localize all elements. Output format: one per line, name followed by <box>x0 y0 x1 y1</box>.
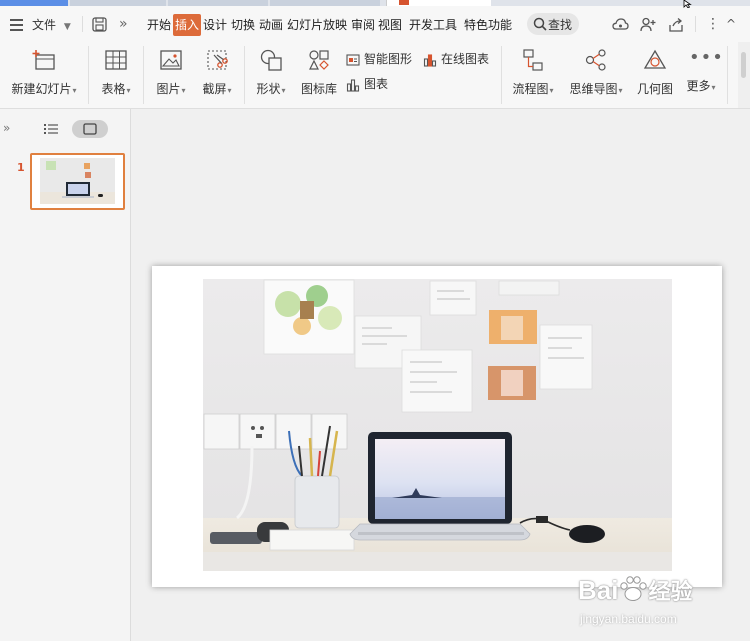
tab-insert[interactable]: 插入 <box>173 14 202 36</box>
new-slide-icon <box>32 50 55 70</box>
caret-down-icon: ▾ <box>549 86 554 95</box>
icon-library-icon <box>309 50 329 70</box>
table-button[interactable]: 表格▾ <box>96 48 136 97</box>
icon-library-button[interactable]: 图标库 <box>298 48 340 97</box>
caret-down-icon: ▾ <box>181 86 186 95</box>
slide-view-toggle[interactable] <box>72 120 108 138</box>
ribbon-divider <box>244 46 245 104</box>
search-icon <box>533 17 547 31</box>
divider <box>695 16 696 32</box>
online-chart-label: 在线图表 <box>441 52 490 66</box>
slides-panel: » 1 <box>0 109 131 641</box>
tab-special-features[interactable]: 特色功能 <box>464 14 512 36</box>
file-menu[interactable]: 文件 ▼ <box>32 15 71 35</box>
ribbon-divider <box>727 46 728 104</box>
add-user-icon[interactable] <box>640 17 656 32</box>
caret-down-icon: ▾ <box>227 86 232 95</box>
tab-view[interactable]: 视图 <box>378 14 402 36</box>
online-chart-button[interactable]: 在线图表 <box>423 50 489 68</box>
chart-label: 图表 <box>364 77 389 91</box>
more-tabs-icon[interactable]: » <box>119 14 128 34</box>
smart-art-icon <box>346 53 360 66</box>
caret-down-icon: ▾ <box>126 86 131 95</box>
mind-map-button[interactable]: 思维导图▾ <box>566 48 626 97</box>
new-slide-label: 新建幻灯片 <box>11 82 72 96</box>
slide-thumbnail-image <box>32 155 123 208</box>
slide-view-icon <box>83 123 97 135</box>
divider <box>82 16 83 32</box>
collapse-ribbon-icon[interactable]: ^ <box>726 14 736 34</box>
caret-down-icon: ▾ <box>72 86 77 95</box>
watermark: Bai 经验 jingyan.baidu.com <box>578 566 750 641</box>
cloud-icon[interactable] <box>612 17 629 32</box>
shape-icon <box>260 49 282 71</box>
tab-review[interactable]: 审阅 <box>351 14 375 36</box>
slide-thumbnail[interactable] <box>30 153 125 210</box>
share-icon[interactable] <box>668 17 684 32</box>
tab-design[interactable]: 设计 <box>203 14 227 36</box>
menu-bar: 文件 ▼ » 开始 插入 设计 切换 动画 幻灯片放映 审阅 视图 开发工具 特… <box>0 6 750 42</box>
tab-home[interactable]: 开始 <box>147 14 171 36</box>
smart-art-button[interactable]: 智能图形 <box>346 50 412 68</box>
desk-photo[interactable] <box>152 266 722 587</box>
screenshot-label: 截屏 <box>202 82 227 96</box>
tab-transition[interactable]: 切换 <box>231 14 255 36</box>
table-label: 表格 <box>101 82 126 96</box>
watermark-brand-cn: 经验 <box>648 579 693 604</box>
expand-panel-icon[interactable]: » <box>3 121 10 135</box>
outline-view-icon[interactable] <box>44 123 58 135</box>
slide-number: 1 <box>17 161 25 174</box>
ribbon-scrollbar[interactable] <box>738 42 750 108</box>
shape-button[interactable]: 形状▾ <box>251 48 291 97</box>
more-dots-icon: ••• <box>689 47 724 68</box>
mind-map-icon <box>585 49 606 71</box>
ribbon-toolbar: 新建幻灯片▾ 表格▾ 图片▾ 截屏▾ 形状▾ 图标库 智能图形 图表 在线图表 … <box>0 42 750 109</box>
picture-icon <box>160 50 182 70</box>
tab-developer[interactable]: 开发工具 <box>409 14 457 36</box>
caret-down-icon: ▾ <box>711 83 716 92</box>
paw-icon <box>620 576 648 601</box>
ribbon-divider <box>88 46 89 104</box>
flowchart-button[interactable]: 流程图▾ <box>509 48 557 97</box>
chevron-down-icon: ▼ <box>63 22 71 32</box>
save-icon[interactable] <box>92 17 107 32</box>
hamburger-icon[interactable] <box>10 16 23 36</box>
geometry-button[interactable]: 几何图 <box>634 48 676 97</box>
bar-chart-icon <box>346 78 360 92</box>
more-options-icon[interactable]: ⋮ <box>706 14 720 34</box>
chart-button[interactable]: 图表 <box>346 75 388 93</box>
tab-slideshow[interactable]: 幻灯片放映 <box>287 14 347 36</box>
online-chart-icon <box>423 53 437 67</box>
smart-art-label: 智能图形 <box>364 52 413 66</box>
ppt-icon <box>399 0 409 5</box>
search-label: 查找 <box>548 18 573 32</box>
search-button[interactable]: 查找 <box>527 13 579 35</box>
file-menu-label: 文件 <box>32 18 57 32</box>
ribbon-divider <box>501 46 502 104</box>
picture-label: 图片 <box>156 82 181 96</box>
picture-button[interactable]: 图片▾ <box>152 48 190 97</box>
flowchart-label: 流程图 <box>512 82 549 96</box>
tab-animation[interactable]: 动画 <box>259 14 283 36</box>
watermark-brand: Bai 经验 <box>578 575 693 605</box>
caret-down-icon: ▾ <box>618 86 623 95</box>
mind-map-label: 思维导图 <box>569 82 618 96</box>
mouse-cursor-icon <box>683 0 692 8</box>
caret-down-icon: ▾ <box>281 86 286 95</box>
shape-label: 形状 <box>256 82 281 96</box>
geometry-label: 几何图 <box>636 82 673 96</box>
new-slide-button[interactable]: 新建幻灯片▾ <box>8 48 80 97</box>
scissors-icon <box>207 50 228 70</box>
screenshot-button[interactable]: 截屏▾ <box>197 48 237 97</box>
more-label: 更多 <box>686 79 711 93</box>
slide-canvas[interactable] <box>152 266 722 587</box>
table-icon <box>105 50 127 70</box>
flowchart-icon <box>523 49 543 71</box>
watermark-url: jingyan.baidu.com <box>580 612 677 626</box>
icon-library-label: 图标库 <box>300 82 337 96</box>
more-button[interactable]: ••• 更多▾ <box>682 47 724 94</box>
ribbon-divider <box>143 46 144 104</box>
geometry-icon <box>643 49 667 69</box>
